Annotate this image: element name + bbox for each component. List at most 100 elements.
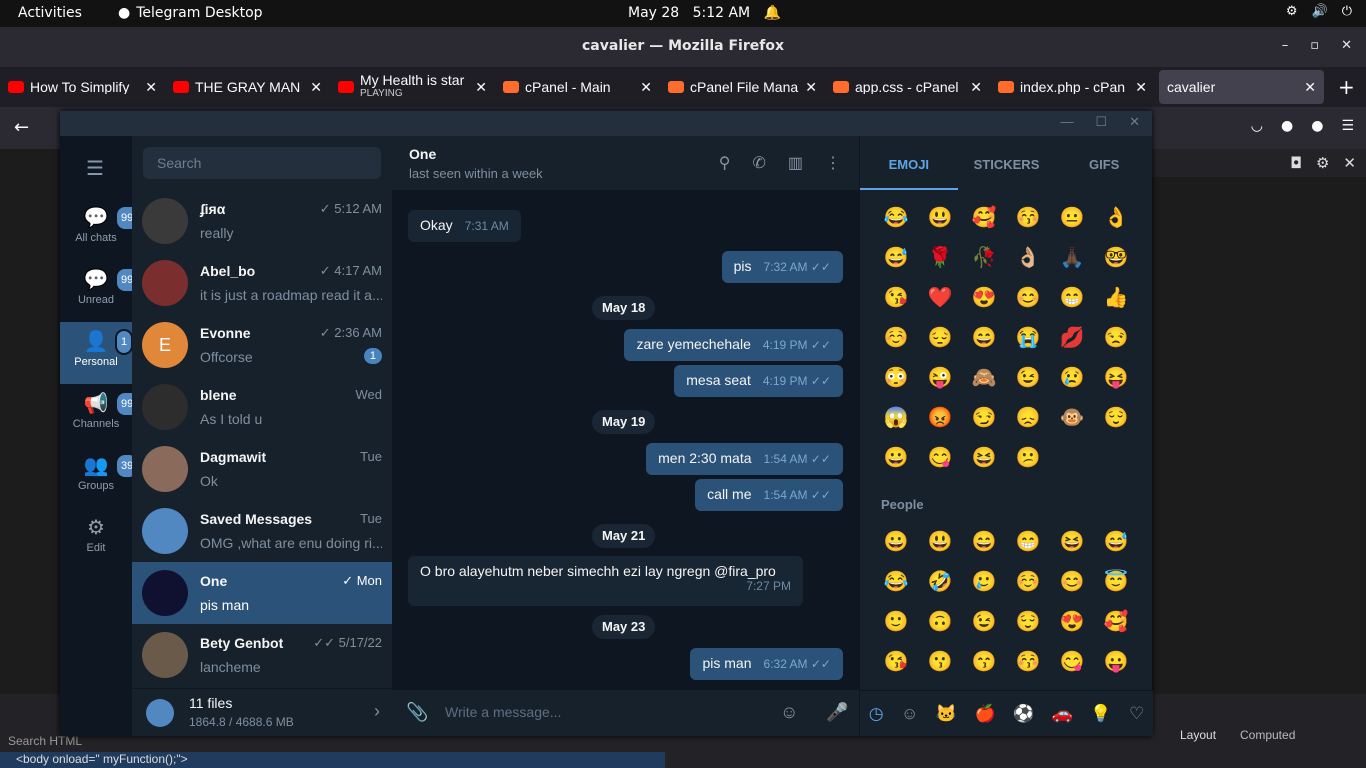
conversation-header[interactable]: One last seen within a week ⚲ ✆ ▥ ⋮ — [392, 136, 859, 190]
emoji-item[interactable]: 😅 — [874, 246, 918, 270]
devtools-computed-tab[interactable]: Computed — [1240, 728, 1295, 742]
emoji-item[interactable]: 😡 — [918, 406, 962, 430]
outgoing-message[interactable]: pis man 6:32 AM ✓✓ — [690, 648, 843, 680]
emoji-item[interactable]: 👌 — [1094, 206, 1138, 230]
emoji-item[interactable]: 😘 — [874, 650, 918, 674]
tab-close-icon[interactable]: ✕ — [805, 79, 817, 96]
emoji-item[interactable]: 😁 — [1006, 530, 1050, 554]
outgoing-message[interactable]: men 2:30 mata 1:54 AM ✓✓ — [646, 443, 843, 475]
emoji-item[interactable]: 😛 — [1094, 650, 1138, 674]
browser-tab[interactable]: cavalier ✕ — [1159, 70, 1324, 104]
folder-edit[interactable]: ⚙ Edit — [60, 508, 132, 570]
search-icon[interactable]: ⚲ — [719, 153, 731, 173]
browser-tab[interactable]: My Health is star PLAYING ✕ — [330, 70, 495, 104]
emoji-item[interactable]: 🤣 — [918, 570, 962, 594]
browser-tab[interactable]: cPanel - Main ✕ — [495, 70, 660, 104]
recent-icon[interactable]: ◷ — [869, 704, 884, 724]
devtools-layout-tab[interactable]: Layout — [1180, 728, 1216, 742]
activities-button[interactable]: Activities — [18, 5, 82, 21]
screenshot-icon[interactable]: ◘ — [1290, 154, 1302, 172]
emoji-item[interactable]: 😗 — [918, 650, 962, 674]
emoji-item[interactable]: 😐 — [1050, 206, 1094, 230]
emoji-item[interactable]: 😘 — [874, 286, 918, 310]
emoji-item[interactable]: 😔 — [918, 326, 962, 350]
minimize-icon[interactable]: — — [1060, 114, 1073, 130]
search-input[interactable]: Search — [143, 147, 381, 179]
emoji-item[interactable]: 😉 — [962, 610, 1006, 634]
chat-item[interactable]: E Evonne ✓ 2:36 AM Offcorse 1 — [132, 314, 392, 376]
emoji-item[interactable]: 🥀 — [962, 246, 1006, 270]
cat-icon[interactable]: 🐱 — [936, 704, 957, 724]
chevron-right-icon[interactable]: › — [374, 701, 380, 722]
emoji-item[interactable]: 😆 — [962, 446, 1006, 470]
chat-item[interactable]: Dagmawit Tue Ok — [132, 438, 392, 500]
emoji-item[interactable]: 😀 — [874, 530, 918, 554]
emoji-item[interactable]: 😆 — [1050, 530, 1094, 554]
outgoing-message[interactable]: pis 7:32 AM ✓✓ — [721, 251, 843, 283]
extension-icon[interactable]: ● — [1281, 118, 1293, 134]
attach-icon[interactable]: 📎 — [406, 702, 428, 723]
emoji-item[interactable]: 😙 — [962, 650, 1006, 674]
browser-tab[interactable]: app.css - cPanel ✕ — [825, 70, 990, 104]
emoji-item[interactable]: 😇 — [1094, 570, 1138, 594]
incoming-message[interactable]: O bro alayehutm neber simechh ezi lay ng… — [408, 556, 803, 606]
tab-close-icon[interactable]: ✕ — [1135, 79, 1147, 96]
emoji-item[interactable]: 😌 — [1094, 406, 1138, 430]
tab-close-icon[interactable]: ✕ — [1304, 79, 1316, 96]
emoji-item[interactable]: 🐵 — [1050, 406, 1094, 430]
emoji-tab-stickers[interactable]: STICKERS — [958, 136, 1056, 190]
emoji-item[interactable]: 😜 — [918, 366, 962, 390]
emoji-item[interactable]: 🥰 — [1094, 610, 1138, 634]
files-download-bar[interactable]: 11 files 1864.8 / 4688.6 MB › — [132, 688, 392, 736]
microphone-icon[interactable]: 🎤 — [826, 702, 848, 723]
emoji-item[interactable]: 🌹 — [918, 246, 962, 270]
emoji-item[interactable]: 🙂 — [874, 610, 918, 634]
apple-icon[interactable]: 🍎 — [974, 704, 995, 724]
car-icon[interactable]: 🚗 — [1052, 704, 1073, 724]
folder-all-chats[interactable]: 💬 99+ All chats — [60, 198, 146, 260]
emoji-item[interactable]: 🙈 — [962, 366, 1006, 390]
emoji-item[interactable]: 🥲 — [962, 570, 1006, 594]
close-devtools-icon[interactable]: ✕ — [1343, 154, 1356, 172]
incoming-message[interactable]: Okay 7:31 AM — [408, 210, 521, 242]
devtools-search[interactable]: Search HTML — [8, 734, 82, 748]
emoji-item[interactable]: ☺️ — [1006, 570, 1050, 594]
emoji-item[interactable]: 😕 — [1006, 446, 1050, 470]
devtools-selected-node[interactable]: <body onload=" myFunction();"> — [0, 752, 665, 768]
emoji-item[interactable]: 😃 — [918, 206, 962, 230]
pocket-icon[interactable]: ◡ — [1251, 118, 1263, 134]
chat-item[interactable]: Saved Messages Tue OMG ,what are enu doing… — [132, 500, 392, 562]
minimize-icon[interactable]: – — [1282, 27, 1289, 65]
heart-icon[interactable]: ♡ — [1129, 704, 1144, 724]
tab-close-icon[interactable]: ✕ — [145, 79, 157, 96]
sidebar-icon[interactable]: ▥ — [788, 153, 803, 173]
active-app-indicator[interactable]: ● Telegram Desktop — [118, 5, 263, 21]
emoji-item[interactable]: 🙃 — [918, 610, 962, 634]
emoji-tab-emoji[interactable]: EMOJI — [860, 136, 958, 190]
ball-icon[interactable]: ⚽ — [1013, 704, 1034, 724]
emoji-item[interactable]: 👌🏼 — [1006, 246, 1050, 270]
emoji-item[interactable]: 😢 — [1050, 366, 1094, 390]
menu-icon[interactable]: ☰ — [1341, 118, 1354, 134]
emoji-item[interactable]: 😚 — [1006, 650, 1050, 674]
more-icon[interactable]: ⋮ — [825, 153, 841, 173]
emoji-item[interactable]: 😏 — [962, 406, 1006, 430]
outgoing-message[interactable]: mesa seat 4:19 PM ✓✓ — [674, 365, 843, 397]
emoji-item[interactable]: 😚 — [1006, 206, 1050, 230]
emoji-item[interactable]: 😍 — [962, 286, 1006, 310]
message-input[interactable]: Write a message... — [445, 704, 561, 720]
smiley-icon[interactable]: ☺ — [901, 704, 918, 724]
emoji-item[interactable]: 😒 — [1094, 326, 1138, 350]
maximize-icon[interactable]: ☐ — [1095, 114, 1107, 130]
phone-icon[interactable]: ✆ — [752, 153, 765, 173]
close-icon[interactable]: ✕ — [1129, 114, 1140, 130]
folder-channels[interactable]: 📢 99+ Channels — [60, 384, 146, 446]
emoji-item[interactable]: 🙏🏿 — [1050, 246, 1094, 270]
maximize-icon[interactable]: ▫ — [1310, 27, 1319, 65]
emoji-item[interactable]: 😋 — [1050, 650, 1094, 674]
emoji-item[interactable]: 😳 — [874, 366, 918, 390]
tab-close-icon[interactable]: ✕ — [475, 79, 487, 96]
emoji-item[interactable]: 🤓 — [1094, 246, 1138, 270]
tab-close-icon[interactable]: ✕ — [310, 79, 322, 96]
emoji-item[interactable]: 😊 — [1050, 570, 1094, 594]
